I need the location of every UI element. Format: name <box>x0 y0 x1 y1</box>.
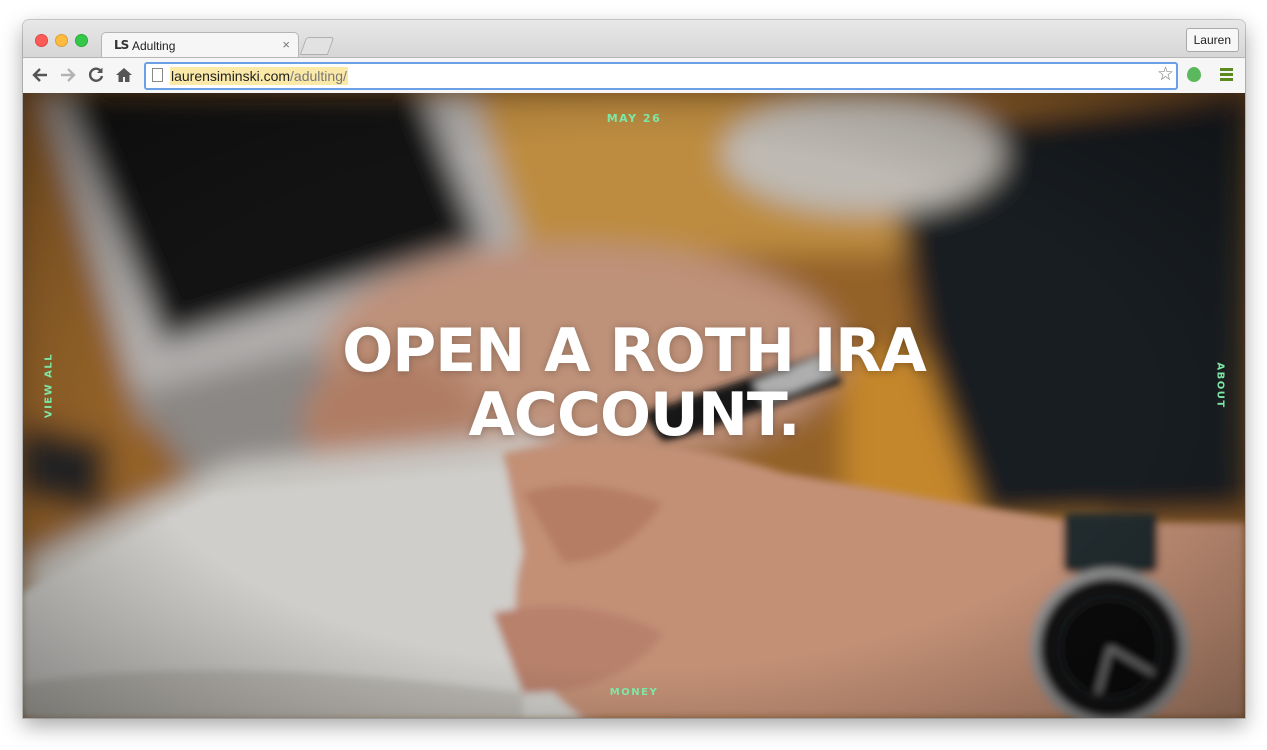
url-path: /adulting/ <box>290 68 347 84</box>
forward-arrow-icon[interactable] <box>57 64 79 86</box>
tab-title: Adulting <box>132 39 176 53</box>
post-date: MAY 26 <box>606 112 662 125</box>
about-link[interactable]: ABOUT <box>1215 362 1226 408</box>
headline-line-1: OPEN A ROTH IRA <box>342 316 927 386</box>
tab-adulting[interactable]: LS Adulting × <box>101 32 299 58</box>
headline-line-2: ACCOUNT. <box>468 380 800 450</box>
profile-button[interactable]: Lauren <box>1185 28 1239 52</box>
minimize-window-button[interactable] <box>55 34 68 47</box>
menu-icon[interactable] <box>1220 68 1233 81</box>
address-bar[interactable]: laurensiminski.com/adulting/ ☆ <box>144 62 1178 90</box>
hero-section: MAY 26 OPEN A ROTH IRA ACCOUNT. VIEW ALL… <box>23 93 1245 718</box>
url-domain: laurensiminski.com <box>171 68 291 84</box>
post-headline[interactable]: OPEN A ROTH IRA ACCOUNT. <box>23 319 1245 447</box>
browser-toolbar: laurensiminski.com/adulting/ ☆ <box>23 57 1245 94</box>
home-icon[interactable] <box>113 64 135 86</box>
star-icon[interactable]: ☆ <box>1157 64 1174 86</box>
back-arrow-icon[interactable] <box>29 64 51 86</box>
tab-close-icon[interactable]: × <box>282 37 290 52</box>
close-window-button[interactable] <box>35 34 48 47</box>
reload-icon[interactable] <box>85 64 107 86</box>
url-text[interactable]: laurensiminski.com/adulting/ <box>170 67 348 85</box>
tab-strip: LS Adulting × Lauren <box>23 20 1245 58</box>
new-tab-button[interactable] <box>299 37 335 55</box>
site-favicon-icon: LS <box>114 38 129 52</box>
page-icon <box>152 68 163 82</box>
zoom-window-button[interactable] <box>75 34 88 47</box>
post-category[interactable]: MONEY <box>23 687 1245 698</box>
view-all-link[interactable]: VIEW ALL <box>44 353 55 418</box>
browser-window: LS Adulting × Lauren laurensiminski.com/… <box>23 20 1245 718</box>
evernote-icon[interactable] <box>1187 67 1201 82</box>
